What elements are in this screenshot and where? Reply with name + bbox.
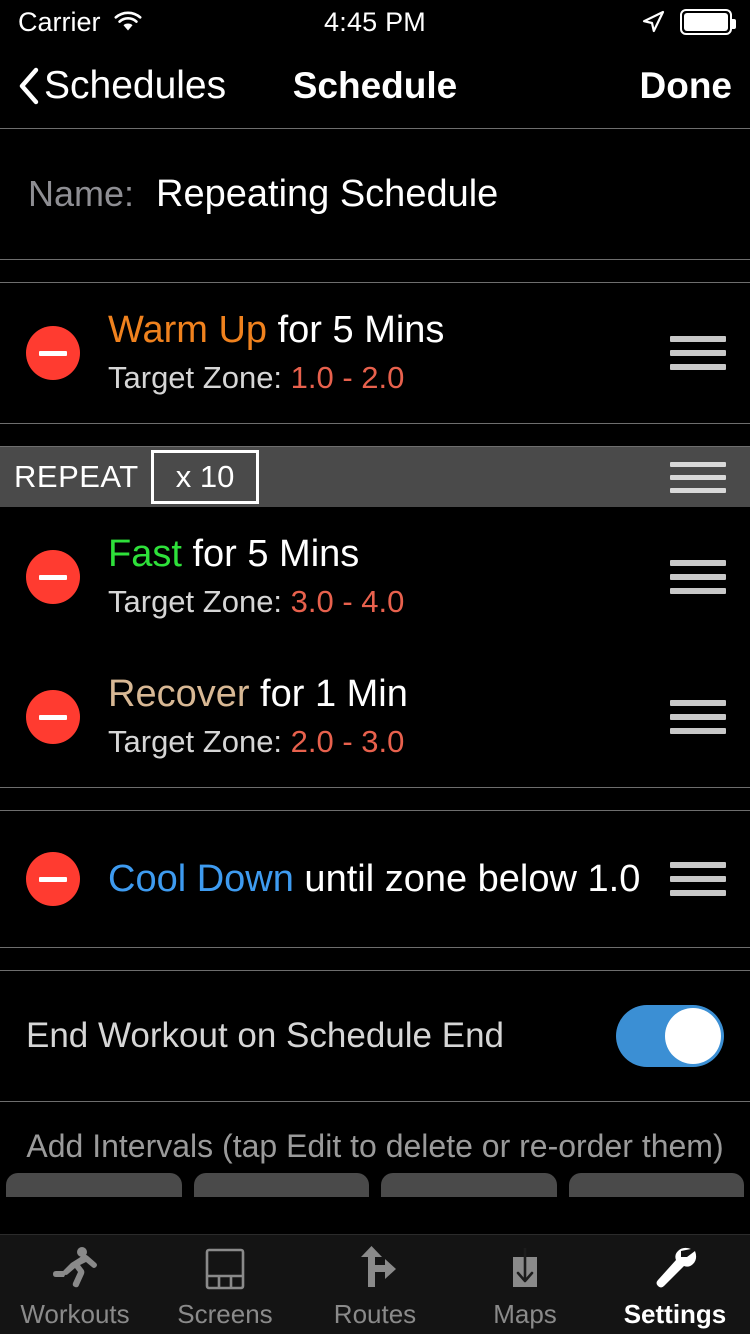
target-zone-label-recover: Target Zone: [108, 724, 291, 760]
interval-text-fast: Fast for 5 Mins Target Zone: 3.0 - 4.0 [80, 531, 660, 623]
tab-workouts[interactable]: Workouts [0, 1243, 150, 1330]
target-zone-value-fast: 3.0 - 4.0 [290, 584, 405, 620]
repeat-label: REPEAT [14, 459, 139, 494]
tab-label-settings: Settings [623, 1299, 727, 1329]
drag-handle-icon[interactable] [670, 700, 726, 734]
download-box-icon [499, 1243, 551, 1295]
tab-label-screens: Screens [177, 1299, 273, 1329]
drag-handle-icon[interactable] [670, 862, 726, 896]
status-bar-right [426, 9, 737, 35]
interval-text-recover: Recover for 1 Min Target Zone: 2.0 - 3.0 [80, 671, 660, 763]
interval-text-warm-up: Warm Up for 5 Mins Target Zone: 1.0 - 2.… [80, 307, 660, 399]
section-gap [0, 948, 750, 970]
section-gap [0, 788, 750, 810]
end-workout-row: End Workout on Schedule End [0, 971, 750, 1101]
status-bar-time: 4:45 PM [324, 6, 426, 37]
interval-subtitle-fast: Target Zone: 3.0 - 4.0 [108, 581, 660, 623]
wrench-icon [649, 1243, 701, 1295]
repeat-group-section: REPEAT x 10 Fast for 5 Mins Target Zone:… [0, 446, 750, 788]
schedule-content: Name: Repeating Schedule Warm Up for 5 M… [0, 128, 750, 1197]
interval-text-cool-down: Cool Down until zone below 1.0 [80, 856, 660, 902]
target-zone-label-fast: Target Zone: [108, 584, 291, 620]
interval-subtitle-recover: Target Zone: 2.0 - 3.0 [108, 721, 660, 763]
wifi-icon [113, 11, 143, 33]
interval-title-recover: Recover for 1 Min [108, 671, 660, 717]
drag-handle-icon[interactable] [670, 336, 726, 370]
done-button[interactable]: Done [640, 65, 733, 107]
add-interval-button-1[interactable] [6, 1173, 182, 1197]
target-zone-label-warm-up: Target Zone: [108, 360, 291, 396]
interval-title-fast: Fast for 5 Mins [108, 531, 660, 577]
back-button-label: Schedules [44, 64, 227, 107]
back-button[interactable]: Schedules [18, 64, 226, 108]
schedule-screen: Carrier 4:45 PM Schedules Schedule Done … [0, 0, 750, 1334]
layout-grid-icon [199, 1243, 251, 1295]
running-person-icon [49, 1243, 101, 1295]
end-workout-toggle[interactable] [616, 1005, 724, 1067]
warm-up-section: Warm Up for 5 Mins Target Zone: 1.0 - 2.… [0, 282, 750, 424]
add-interval-button-2[interactable] [193, 1173, 369, 1197]
interval-title-cool-down: Cool Down until zone below 1.0 [108, 856, 660, 902]
target-zone-value-recover: 2.0 - 3.0 [290, 724, 405, 760]
repeat-header[interactable]: REPEAT x 10 [0, 447, 750, 507]
interval-title-warm-up: Warm Up for 5 Mins [108, 307, 660, 353]
name-label: Name: [28, 173, 135, 214]
name-row[interactable]: Name: Repeating Schedule [0, 129, 750, 259]
interval-row-warm-up[interactable]: Warm Up for 5 Mins Target Zone: 1.0 - 2.… [0, 283, 750, 423]
status-bar-left: Carrier [18, 7, 324, 38]
tab-screens[interactable]: Screens [150, 1243, 300, 1330]
repeat-count-field[interactable]: x 10 [150, 450, 260, 504]
drag-handle-icon[interactable] [670, 461, 726, 493]
end-workout-label: End Workout on Schedule End [26, 1016, 505, 1055]
name-input[interactable]: Repeating Schedule [156, 173, 498, 216]
interval-detail-warm-up: for 5 Mins [267, 308, 445, 351]
tab-maps[interactable]: Maps [450, 1243, 600, 1330]
interval-detail-fast: for 5 Mins [181, 532, 360, 575]
section-gap [0, 424, 750, 446]
interval-kind-warm-up: Warm Up [108, 308, 268, 351]
interval-kind-cool-down: Cool Down [108, 857, 294, 900]
interval-subtitle-warm-up: Target Zone: 1.0 - 2.0 [108, 357, 660, 399]
navigation-bar: Schedules Schedule Done [0, 44, 750, 128]
minus-circle-icon[interactable] [26, 690, 80, 744]
minus-circle-icon[interactable] [26, 550, 80, 604]
end-workout-section: End Workout on Schedule End [0, 970, 750, 1102]
tab-settings[interactable]: Settings [600, 1243, 750, 1330]
interval-kind-recover: Recover [108, 672, 250, 715]
tab-routes[interactable]: Routes [300, 1243, 450, 1330]
add-interval-button-4[interactable] [568, 1173, 744, 1197]
battery-full-icon [680, 9, 737, 35]
name-section: Name: Repeating Schedule [0, 128, 750, 260]
interval-detail-cool-down: until zone below 1.0 [293, 857, 641, 900]
location-arrow-icon [640, 9, 666, 35]
add-interval-buttons [0, 1173, 750, 1197]
tab-label-maps: Maps [493, 1299, 557, 1329]
interval-row-recover[interactable]: Recover for 1 Min Target Zone: 2.0 - 3.0 [0, 647, 750, 787]
interval-row-fast[interactable]: Fast for 5 Mins Target Zone: 3.0 - 4.0 [0, 507, 750, 647]
tab-bar: Workouts Screens Routes Maps Settings [0, 1234, 750, 1334]
chevron-left-icon [18, 67, 40, 105]
tab-label-routes: Routes [333, 1299, 417, 1329]
route-fork-arrow-icon [349, 1243, 401, 1295]
toggle-knob [665, 1008, 721, 1064]
add-interval-button-3[interactable] [381, 1173, 557, 1197]
tab-label-workouts: Workouts [20, 1299, 130, 1329]
interval-detail-recover: for 1 Min [249, 672, 408, 715]
cool-down-section: Cool Down until zone below 1.0 [0, 810, 750, 948]
section-gap [0, 260, 750, 282]
interval-row-cool-down[interactable]: Cool Down until zone below 1.0 [0, 811, 750, 947]
status-bar: Carrier 4:45 PM [0, 0, 750, 44]
target-zone-value-warm-up: 1.0 - 2.0 [290, 360, 405, 396]
drag-handle-icon[interactable] [670, 560, 726, 594]
carrier-label: Carrier [18, 6, 101, 37]
minus-circle-icon[interactable] [26, 852, 80, 906]
interval-kind-fast: Fast [108, 532, 182, 575]
add-intervals-hint: Add Intervals (tap Edit to delete or re-… [26, 1128, 724, 1164]
minus-circle-icon[interactable] [26, 326, 80, 380]
